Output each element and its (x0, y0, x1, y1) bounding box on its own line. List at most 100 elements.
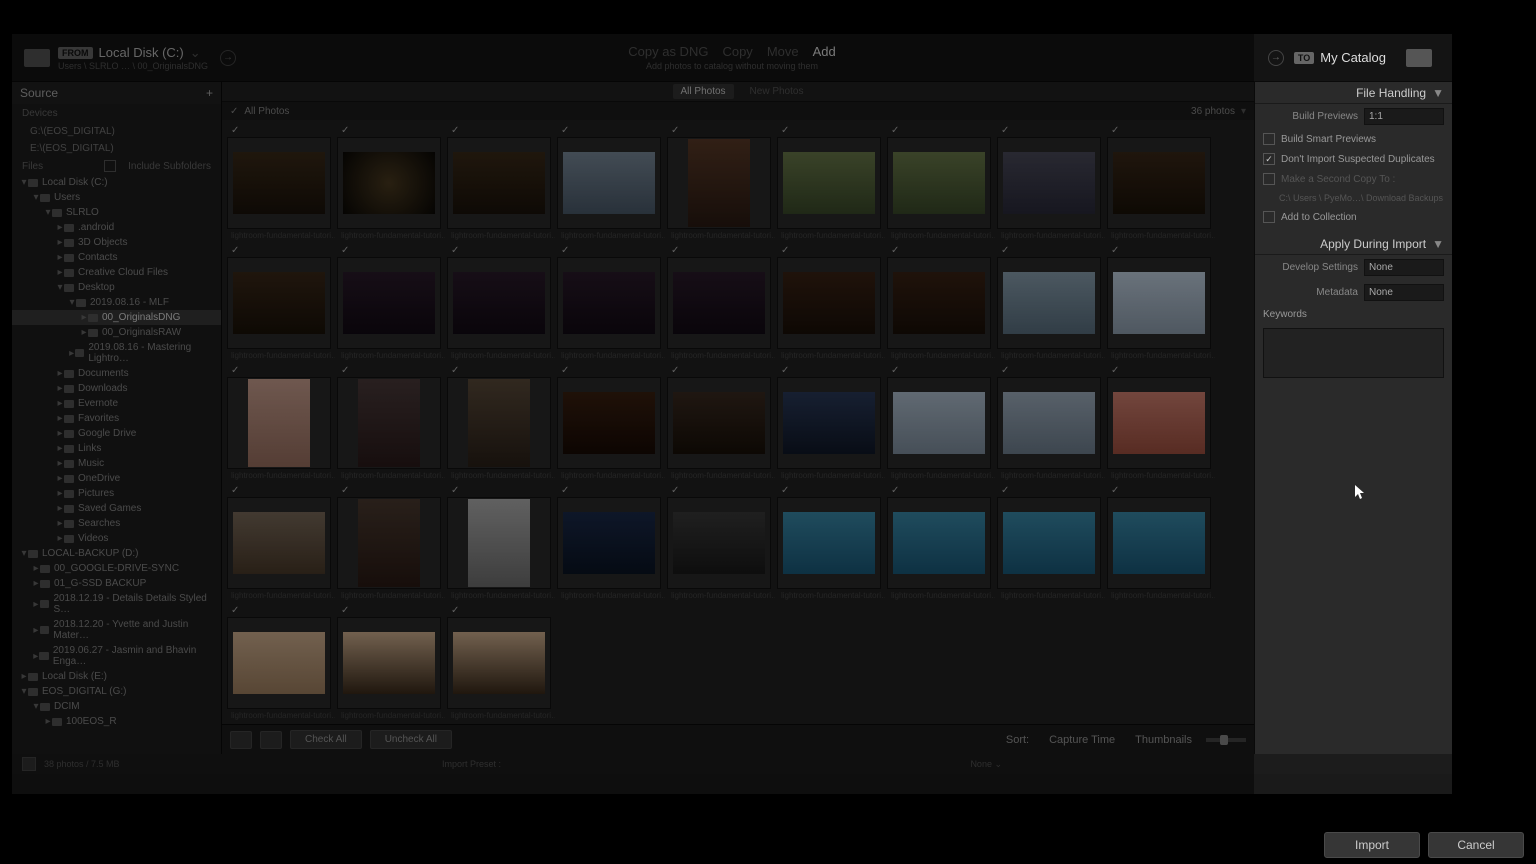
device-item[interactable]: E:\(EOS_DIGITAL) (12, 140, 221, 157)
tree-item[interactable]: ▸Local Disk (E:) (12, 669, 221, 684)
thumbnail[interactable]: ✓lightroom-fundamental-tutori… (887, 125, 995, 243)
folder-tree[interactable]: ▾Local Disk (C:)▾Users▾SLRLO▸.android▸3D… (12, 175, 221, 729)
thumbnail[interactable]: ✓lightroom-fundamental-tutori… (447, 365, 555, 483)
mode-copy-as-dng[interactable]: Copy as DNG (628, 44, 708, 59)
tree-item[interactable]: ▾SLRLO (12, 205, 221, 220)
thumbnail[interactable]: ✓lightroom-fundamental-tutori… (227, 245, 335, 363)
develop-settings-select[interactable]: None (1364, 259, 1444, 276)
tree-item[interactable]: ▸00_GOOGLE-DRIVE-SYNC (12, 561, 221, 576)
tree-item[interactable]: ▾DCIM (12, 699, 221, 714)
thumbnail[interactable]: ✓lightroom-fundamental-tutori… (1107, 485, 1215, 603)
tree-item[interactable]: ▸Downloads (12, 381, 221, 396)
thumbnail[interactable]: ✓lightroom-fundamental-tutori… (667, 485, 775, 603)
grid-view-icon[interactable] (230, 731, 252, 749)
thumbnail[interactable]: ✓lightroom-fundamental-tutori… (997, 245, 1105, 363)
tree-item[interactable]: ▸Favorites (12, 411, 221, 426)
thumbnail[interactable]: ✓lightroom-fundamental-tutori… (557, 125, 665, 243)
tree-item[interactable]: ▸2018.12.20 - Yvette and Justin Mater… (12, 617, 221, 643)
add-collection-checkbox[interactable] (1263, 211, 1275, 223)
device-item[interactable]: G:\(EOS_DIGITAL) (12, 123, 221, 140)
metadata-select[interactable]: None (1364, 284, 1444, 301)
tree-item[interactable]: ▸01_G-SSD BACKUP (12, 576, 221, 591)
thumbnail[interactable]: ✓lightroom-fundamental-tutori… (997, 485, 1105, 603)
tree-item[interactable]: ▸Links (12, 441, 221, 456)
add-source-icon[interactable]: + (206, 86, 213, 100)
thumbnail[interactable]: ✓lightroom-fundamental-tutori… (227, 485, 335, 603)
thumbnail-size-slider[interactable] (1206, 738, 1246, 742)
file-handling-header[interactable]: File Handling (1356, 86, 1426, 100)
thumbnail[interactable]: ✓lightroom-fundamental-tutori… (337, 485, 445, 603)
tree-item[interactable]: ▸100EOS_R (12, 714, 221, 729)
thumbnail[interactable]: ✓lightroom-fundamental-tutori… (1107, 125, 1215, 243)
import-mode-tabs[interactable]: Copy as DNG Copy Move Add (628, 44, 836, 59)
thumbnail[interactable]: ✓lightroom-fundamental-tutori… (997, 125, 1105, 243)
thumbnail[interactable]: ✓lightroom-fundamental-tutori… (447, 605, 555, 723)
tree-item[interactable]: ▾LOCAL-BACKUP (D:) (12, 546, 221, 561)
smart-previews-checkbox[interactable] (1263, 133, 1275, 145)
include-subfolders-checkbox[interactable] (104, 160, 116, 172)
thumbnail[interactable]: ✓lightroom-fundamental-tutori… (227, 605, 335, 723)
tree-item[interactable]: ▾EOS_DIGITAL (G:) (12, 684, 221, 699)
tree-item[interactable]: ▸OneDrive (12, 471, 221, 486)
tree-item[interactable]: ▸Videos (12, 531, 221, 546)
uncheck-all-button[interactable]: Uncheck All (370, 730, 452, 749)
tree-item[interactable]: ▸2018.12.19 - Details Details Styled S… (12, 591, 221, 617)
thumbnail[interactable]: ✓lightroom-fundamental-tutori… (337, 605, 445, 723)
tree-item[interactable]: ▾Local Disk (C:) (12, 175, 221, 190)
tree-item[interactable]: ▸Creative Cloud Files (12, 265, 221, 280)
thumbnail[interactable]: ✓lightroom-fundamental-tutori… (557, 485, 665, 603)
tab-new-photos[interactable]: New Photos (750, 86, 804, 97)
thumbnail[interactable]: ✓lightroom-fundamental-tutori… (887, 485, 995, 603)
thumbnail[interactable]: ✓lightroom-fundamental-tutori… (777, 485, 885, 603)
thumbnail[interactable]: ✓lightroom-fundamental-tutori… (337, 365, 445, 483)
thumbnail[interactable]: ✓lightroom-fundamental-tutori… (777, 125, 885, 243)
sort-value[interactable]: Capture Time (1049, 734, 1115, 746)
cancel-button[interactable]: Cancel (1428, 832, 1524, 858)
check-all-button[interactable]: Check All (290, 730, 362, 749)
tree-item[interactable]: ▸3D Objects (12, 235, 221, 250)
tree-item[interactable]: ▸Evernote (12, 396, 221, 411)
tree-item[interactable]: ▸2019.06.27 - Jasmin and Bhavin Enga… (12, 643, 221, 669)
thumbnail[interactable]: ✓lightroom-fundamental-tutori… (667, 365, 775, 483)
thumbnail[interactable]: ✓lightroom-fundamental-tutori… (1107, 365, 1215, 483)
tree-item[interactable]: ▸Searches (12, 516, 221, 531)
minimize-icon[interactable] (22, 757, 36, 771)
tree-item[interactable]: ▸Contacts (12, 250, 221, 265)
import-preset-value[interactable]: None ⌄ (970, 759, 1002, 770)
tree-item[interactable]: ▸Pictures (12, 486, 221, 501)
thumbnail[interactable]: ✓lightroom-fundamental-tutori… (777, 365, 885, 483)
thumbnail[interactable]: ✓lightroom-fundamental-tutori… (557, 245, 665, 363)
keywords-input[interactable] (1263, 328, 1444, 378)
mode-add[interactable]: Add (813, 44, 836, 59)
second-copy-checkbox[interactable] (1263, 173, 1275, 185)
thumbnail[interactable]: ✓lightroom-fundamental-tutori… (557, 365, 665, 483)
thumbnail[interactable]: ✓lightroom-fundamental-tutori… (667, 125, 775, 243)
thumbnail[interactable]: ✓lightroom-fundamental-tutori… (887, 365, 995, 483)
thumbnail[interactable]: ✓lightroom-fundamental-tutori… (227, 125, 335, 243)
mode-copy[interactable]: Copy (722, 44, 752, 59)
thumbnail[interactable]: ✓lightroom-fundamental-tutori… (887, 245, 995, 363)
thumbnail[interactable]: ✓lightroom-fundamental-tutori… (667, 245, 775, 363)
loupe-view-icon[interactable] (260, 731, 282, 749)
tree-item[interactable]: ▾Desktop (12, 280, 221, 295)
thumbnail[interactable]: ✓lightroom-fundamental-tutori… (447, 125, 555, 243)
tree-item[interactable]: ▾Users (12, 190, 221, 205)
thumbnail[interactable]: ✓lightroom-fundamental-tutori… (777, 245, 885, 363)
thumbnail[interactable]: ✓lightroom-fundamental-tutori… (447, 245, 555, 363)
thumbnail[interactable]: ✓lightroom-fundamental-tutori… (337, 245, 445, 363)
from-title[interactable]: Local Disk (C:) (99, 45, 184, 60)
apply-during-import-header[interactable]: Apply During Import (1320, 237, 1426, 251)
tree-item[interactable]: ▸2019.08.16 - Mastering Lightro… (12, 340, 221, 366)
mode-move[interactable]: Move (767, 44, 799, 59)
thumbnail[interactable]: ✓lightroom-fundamental-tutori… (447, 485, 555, 603)
tree-item[interactable]: ▸Music (12, 456, 221, 471)
tree-item[interactable]: ▾2019.08.16 - MLF (12, 295, 221, 310)
tree-item[interactable]: ▸Documents (12, 366, 221, 381)
thumbnail[interactable]: ✓lightroom-fundamental-tutori… (337, 125, 445, 243)
dupes-checkbox[interactable]: ✓ (1263, 153, 1275, 165)
thumbnail[interactable]: ✓lightroom-fundamental-tutori… (227, 365, 335, 483)
tab-all-photos[interactable]: All Photos (673, 84, 734, 99)
tree-item[interactable]: ▸00_OriginalsRAW (12, 325, 221, 340)
tree-item[interactable]: ▸.android (12, 220, 221, 235)
import-button[interactable]: Import (1324, 832, 1420, 858)
